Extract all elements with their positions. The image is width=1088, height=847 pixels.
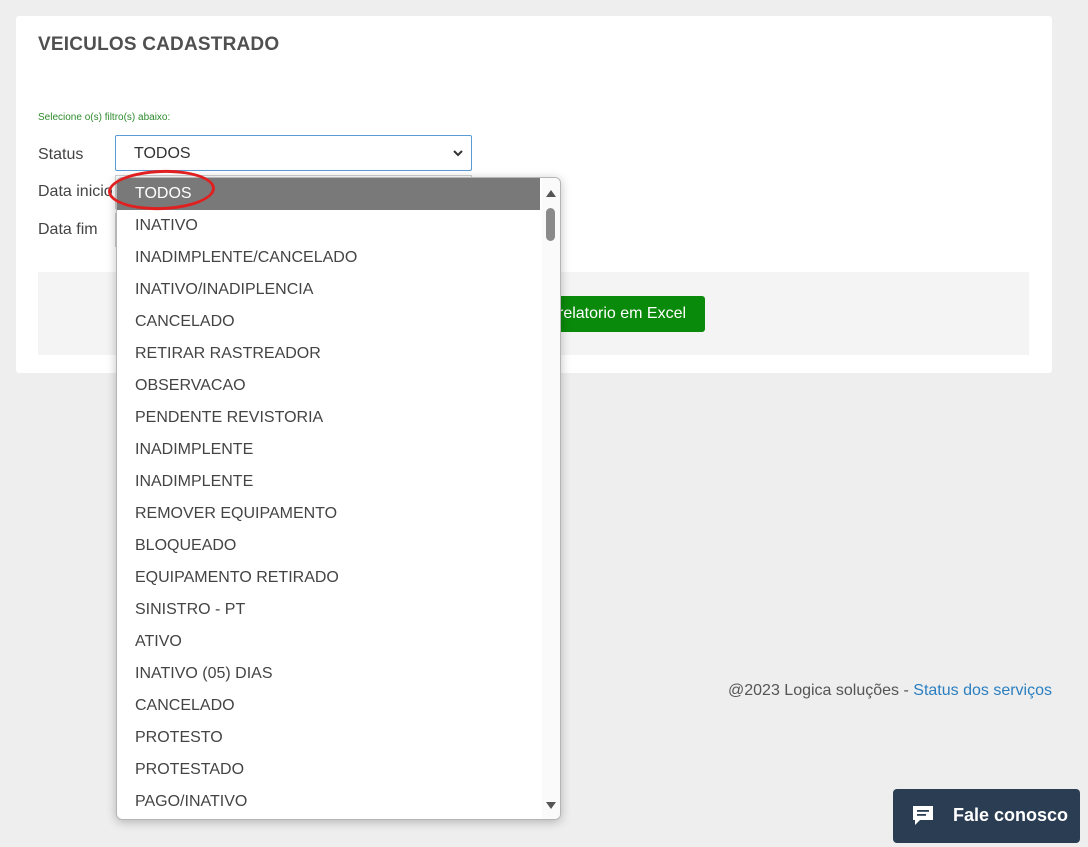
filter-hint: Selecione o(s) filtro(s) abaixo:	[38, 112, 171, 123]
dropdown-option[interactable]: ATIVO	[117, 626, 540, 658]
status-select-value: TODOS	[134, 145, 191, 162]
dropdown-option[interactable]: INATIVO	[117, 210, 540, 242]
dropdown-option[interactable]: CANCELADO	[117, 690, 540, 722]
dropdown-scrollbar[interactable]	[542, 178, 560, 819]
chat-label: Fale conosco	[953, 805, 1069, 825]
chat-button[interactable]: Fale conosco	[893, 789, 1080, 843]
chat-bubble-icon	[913, 806, 933, 825]
copyright-text: @2023 Logica soluções -	[728, 682, 914, 699]
dropdown-option[interactable]: INATIVO/INADIPLENCIA	[117, 274, 540, 306]
dropdown-option[interactable]: RETIRAR RASTREADOR	[117, 338, 540, 370]
footer: @2023 Logica soluções - Status dos servi…	[728, 682, 1052, 700]
dropdown-option[interactable]: EQUIPAMENTO RETIRADO	[117, 562, 540, 594]
status-dropdown-list[interactable]: TODOS INATIVO INADIMPLENTE/CANCELADO INATIV…	[116, 177, 561, 820]
scroll-down-arrow-icon[interactable]	[546, 801, 556, 811]
dropdown-option[interactable]: REMOVER EQUIPAMENTO	[117, 498, 540, 530]
dropdown-option[interactable]: CANCELADO	[117, 306, 540, 338]
dropdown-option[interactable]: PROTESTO	[117, 722, 540, 754]
dropdown-option[interactable]: SINISTRO - PT	[117, 594, 540, 626]
scroll-up-arrow-icon[interactable]	[546, 188, 556, 198]
status-services-link[interactable]: Status dos serviços	[913, 682, 1052, 699]
scroll-thumb[interactable]	[546, 208, 555, 241]
dropdown-options: TODOS INATIVO INADIMPLENTE/CANCELADO INATIV…	[117, 178, 540, 818]
dropdown-option[interactable]: PENDENTE REVISTORIA	[117, 402, 540, 434]
status-label: Status	[38, 146, 84, 163]
page-title: VEICULOS CADASTRADO	[38, 34, 280, 55]
chevron-down-icon	[453, 150, 463, 157]
start-date-label: Data inicio	[38, 183, 113, 200]
end-date-label: Data fim	[38, 221, 98, 238]
status-select[interactable]: TODOS	[115, 135, 472, 171]
dropdown-option[interactable]: INATIVO (05) DIAS	[117, 658, 540, 690]
dropdown-option[interactable]: BLOQUEADO	[117, 530, 540, 562]
dropdown-option[interactable]: INADIMPLENTE	[117, 434, 540, 466]
dropdown-option[interactable]: OBSERVACAO	[117, 370, 540, 402]
dropdown-option[interactable]: PAGO/INATIVO	[117, 786, 540, 818]
dropdown-option[interactable]: PROTESTADO	[117, 754, 540, 786]
dropdown-option[interactable]: INADIMPLENTE/CANCELADO	[117, 242, 540, 274]
dropdown-option[interactable]: INADIMPLENTE	[117, 466, 540, 498]
